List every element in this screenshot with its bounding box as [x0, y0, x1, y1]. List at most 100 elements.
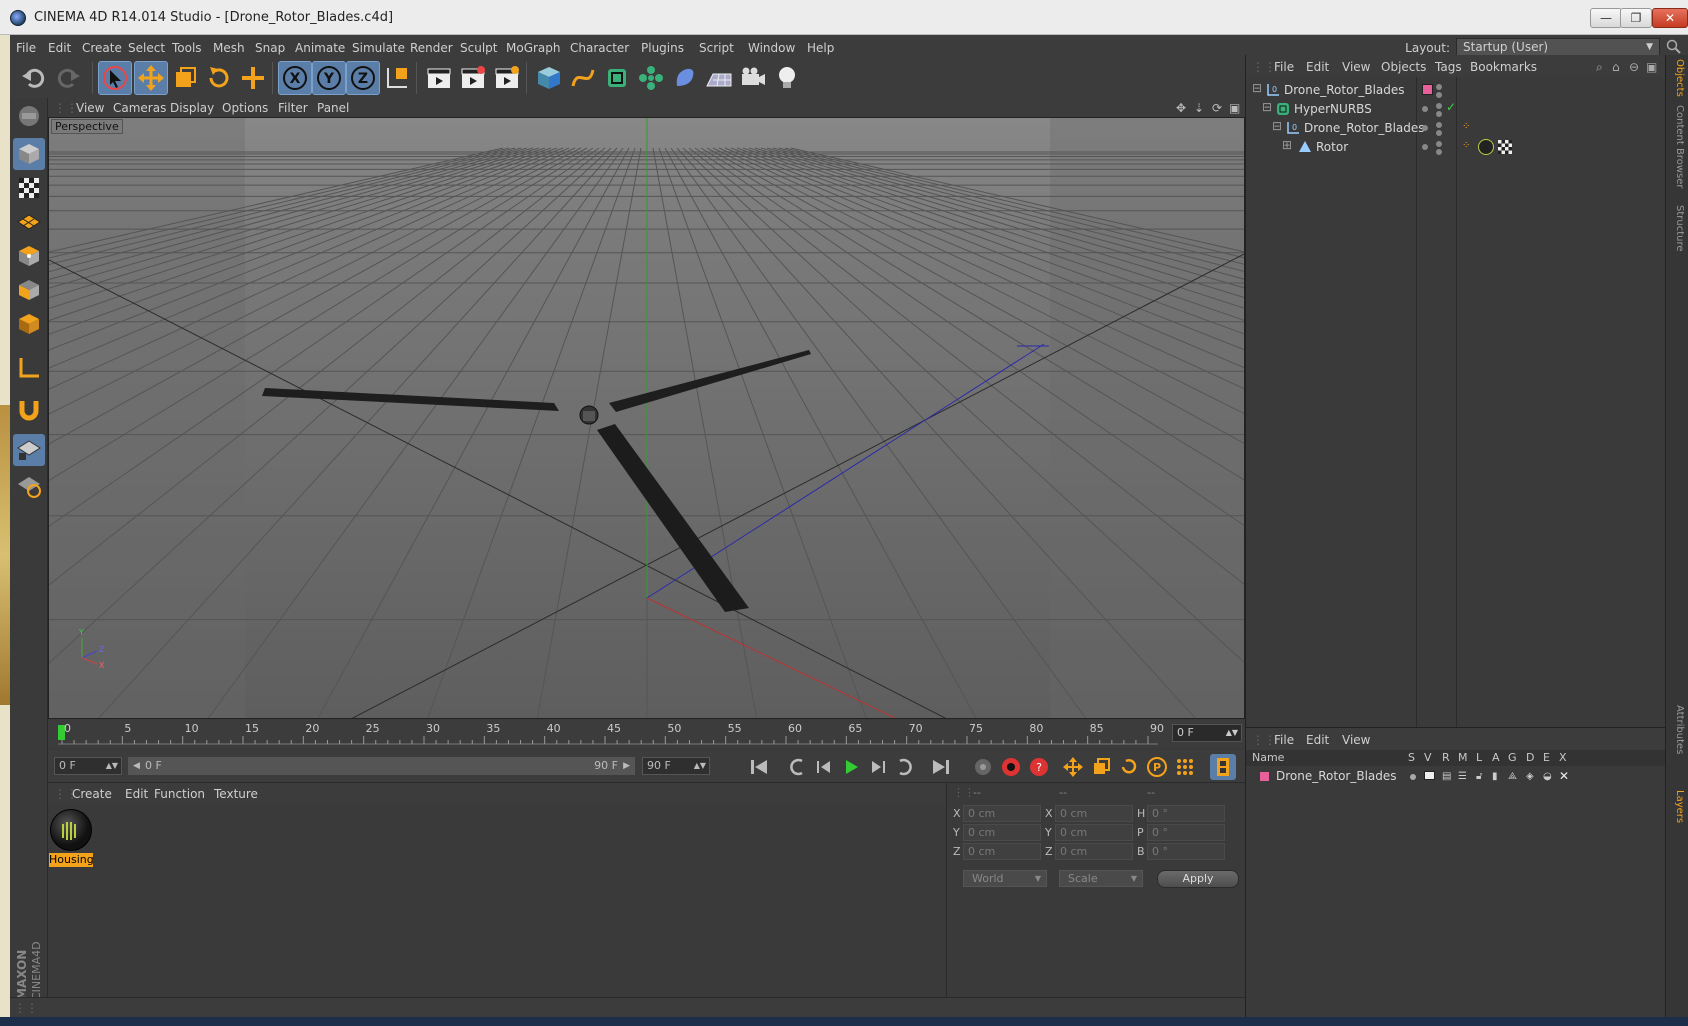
- rotate-tool-button[interactable]: [202, 61, 236, 95]
- layers-menu-view[interactable]: View: [1342, 733, 1370, 747]
- column-visible[interactable]: V: [1424, 751, 1432, 764]
- last-tool-button[interactable]: [236, 61, 270, 95]
- add-cube-button[interactable]: [532, 61, 566, 95]
- object-row-drone-rotor-blades-child[interactable]: ⊟ 0 Drone_Rotor_Blades ⁘: [1246, 118, 1666, 138]
- panel-layout-icon[interactable]: ▣: [1646, 60, 1657, 74]
- add-deformer-button[interactable]: [668, 61, 702, 95]
- timeline-layout-button[interactable]: [1210, 754, 1236, 780]
- material-menu-edit[interactable]: Edit: [125, 787, 148, 801]
- search-icon[interactable]: ⌕: [1596, 60, 1603, 75]
- go-to-end-button[interactable]: [928, 754, 954, 780]
- viewport-menu-cameras[interactable]: Cameras: [113, 101, 166, 115]
- objects-menu-edit[interactable]: Edit: [1306, 60, 1329, 74]
- snap-button[interactable]: [13, 394, 45, 426]
- expression-icon[interactable]: ◒: [1543, 771, 1552, 782]
- render-to-picture-viewer-button[interactable]: [456, 61, 490, 95]
- pos-x-field[interactable]: 0 cm: [963, 805, 1041, 822]
- column-solo[interactable]: S: [1408, 751, 1415, 764]
- column-deformers[interactable]: D: [1526, 751, 1534, 764]
- viewport-zoom-icon[interactable]: ⇣: [1194, 101, 1204, 115]
- menu-select[interactable]: Select: [128, 41, 165, 55]
- rot-h-field[interactable]: 0 °: [1147, 805, 1225, 822]
- object-row-rotor[interactable]: ⊞ Rotor ⁘: [1246, 137, 1666, 157]
- menu-character[interactable]: Character: [570, 41, 629, 55]
- material-tag-icon[interactable]: [1478, 139, 1494, 155]
- menu-help[interactable]: Help: [807, 41, 834, 55]
- solo-toggle[interactable]: [1410, 774, 1416, 780]
- viewport-menu-filter[interactable]: Filter: [278, 101, 308, 115]
- live-selection-button[interactable]: [98, 61, 132, 95]
- key-position-button[interactable]: [1060, 754, 1086, 780]
- layer-row[interactable]: Drone_Rotor_Blades ▤ ☰ 🔓︎ ▮ ⟁ ◈ ◒ ✕: [1246, 768, 1666, 788]
- deformer-icon[interactable]: ◈: [1526, 771, 1534, 782]
- coordinate-system-button[interactable]: [380, 61, 414, 95]
- column-name[interactable]: Name: [1252, 751, 1284, 764]
- rot-p-field[interactable]: 0 °: [1147, 824, 1225, 841]
- material-menu-function[interactable]: Function: [154, 787, 205, 801]
- layer-color-swatch[interactable]: [1422, 84, 1433, 95]
- key-scale-button[interactable]: [1088, 754, 1114, 780]
- material-menu-create[interactable]: Create: [72, 787, 112, 801]
- rot-b-field[interactable]: 0 °: [1147, 843, 1225, 860]
- render-visibility-dot[interactable]: [1436, 149, 1442, 155]
- layer-name[interactable]: Drone_Rotor_Blades: [1276, 769, 1397, 783]
- menu-mograph[interactable]: MoGraph: [506, 41, 561, 55]
- column-xref[interactable]: X: [1559, 751, 1567, 764]
- record-keys-disabled-button[interactable]: [970, 754, 996, 780]
- object-row-hypernurbs[interactable]: ⊟ HyperNURBS ✓: [1246, 99, 1666, 119]
- home-icon[interactable]: ⌂: [1612, 60, 1620, 74]
- preview-range-slider[interactable]: ◀ 0 F 90 F ▶: [128, 757, 635, 775]
- add-nurbs-button[interactable]: [600, 61, 634, 95]
- manager-icon[interactable]: ☰: [1458, 771, 1467, 782]
- menu-edit[interactable]: Edit: [48, 41, 71, 55]
- objects-menu-view[interactable]: View: [1342, 60, 1370, 74]
- model-mode-button[interactable]: [13, 138, 45, 170]
- tag-icon[interactable]: ⁘: [1462, 121, 1470, 132]
- record-active-objects-button[interactable]: [998, 754, 1024, 780]
- tab-structure[interactable]: Structure: [1669, 205, 1685, 252]
- layer-color-swatch[interactable]: [1260, 772, 1269, 781]
- restore-button[interactable]: ❐: [1620, 8, 1652, 28]
- menu-tools[interactable]: Tools: [172, 41, 202, 55]
- soft-selection-button[interactable]: [13, 470, 45, 502]
- go-to-previous-frame-button[interactable]: [811, 754, 837, 780]
- editor-visibility-dot[interactable]: [1436, 141, 1442, 147]
- search-icon[interactable]: [1666, 39, 1682, 55]
- menu-mesh[interactable]: Mesh: [213, 41, 245, 55]
- material-menu-texture[interactable]: Texture: [214, 787, 258, 801]
- size-y-field[interactable]: 0 cm: [1055, 824, 1133, 841]
- timeline-ruler[interactable]: 0 5 10 15 20 25 30 35 40 45 50 55 60 65 70 75 80 85 90 0 F…: [48, 720, 1245, 748]
- viewport-rotate-icon[interactable]: ⟳: [1212, 101, 1222, 115]
- column-animation[interactable]: A: [1492, 751, 1500, 764]
- viewport-maximize-icon[interactable]: ▣: [1229, 101, 1240, 115]
- apply-button[interactable]: Apply: [1157, 870, 1239, 888]
- texture-mode-button[interactable]: [13, 172, 45, 204]
- collapse-icon[interactable]: ⊟: [1262, 100, 1272, 114]
- lock-icon[interactable]: 🔓︎: [1476, 771, 1482, 782]
- column-locked[interactable]: L: [1476, 751, 1482, 764]
- render-visibility-dot[interactable]: [1436, 111, 1442, 117]
- add-array-button[interactable]: [634, 61, 668, 95]
- play-button[interactable]: [838, 754, 864, 780]
- column-expressions[interactable]: E: [1543, 751, 1550, 764]
- menu-sculpt[interactable]: Sculpt: [460, 41, 497, 55]
- generator-icon[interactable]: ⟁: [1508, 771, 1517, 782]
- viewport-menu-panel[interactable]: Panel: [317, 101, 349, 115]
- collapse-icon[interactable]: ⊟: [1252, 81, 1262, 95]
- current-frame-field[interactable]: 0 F ▲▼: [1172, 724, 1242, 742]
- expand-icon[interactable]: ⊞: [1282, 138, 1292, 152]
- layer-dot[interactable]: [1422, 125, 1428, 131]
- render-settings-button[interactable]: [490, 61, 524, 95]
- minimize-panel-icon[interactable]: ⊖: [1629, 60, 1639, 74]
- menu-create[interactable]: Create: [82, 41, 122, 55]
- tab-objects[interactable]: Objects: [1669, 59, 1685, 97]
- menu-snap[interactable]: Snap: [255, 41, 285, 55]
- viewport-menu-display[interactable]: Display: [170, 101, 214, 115]
- collapse-icon[interactable]: ⊟: [1272, 119, 1282, 133]
- column-render[interactable]: R: [1442, 751, 1450, 764]
- undo-button[interactable]: [16, 61, 50, 95]
- perspective-viewport[interactable]: Y Z X Perspective: [48, 117, 1245, 719]
- objects-menu-objects[interactable]: Objects: [1381, 60, 1426, 74]
- add-light-button[interactable]: [770, 61, 804, 95]
- scale-tool-button[interactable]: [168, 61, 202, 95]
